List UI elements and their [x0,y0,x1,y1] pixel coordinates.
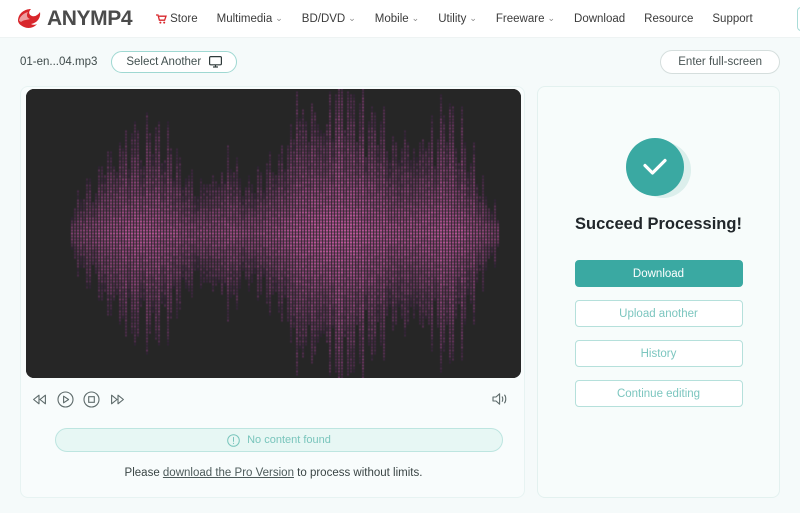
play-button[interactable] [52,386,78,412]
nav-item-freeware[interactable]: Freeware ⌄ [496,13,555,25]
current-filename: 01-en...04.mp3 [20,56,98,68]
nav-label: BD/DVD [301,12,346,25]
nav-item-store[interactable]: Store [156,13,198,25]
flame-logo-icon [18,8,41,28]
nav-label: Store [170,12,198,25]
info-circle-icon [227,433,240,447]
rewind-button[interactable] [26,386,52,412]
nav-item-support[interactable]: Support [712,13,752,25]
pro-prefix: Please [124,467,163,479]
notice-text: No content found [247,434,331,446]
chevron-down-icon: ⌄ [348,13,356,23]
history-button[interactable]: History [574,340,743,367]
check-circle-badge [625,138,684,196]
select-another-label: Select Another [126,56,202,68]
chevron-down-icon: ⌄ [275,13,283,23]
nav-label: Download [574,12,626,25]
monitor-icon [209,56,223,68]
fast-forward-button[interactable] [104,386,130,412]
waveform-panel[interactable] [26,89,521,378]
nav-item-download[interactable]: Download [574,13,625,25]
checkmark-icon [642,158,667,175]
pro-version-link[interactable]: download the Pro Version [163,467,294,479]
status-notice-bar[interactable]: No content found [55,428,503,452]
nav-label: Multimedia [216,12,273,25]
pro-suffix: to process without limits. [293,467,423,479]
nav-label: Freeware [495,12,545,25]
editor-card: No content found Please download the Pro… [20,86,525,498]
audio-waveform[interactable] [26,89,521,378]
volume-button[interactable] [487,386,513,412]
brand-name: ANYMP4 [47,6,133,30]
chevron-down-icon: ⌄ [547,13,556,23]
player-controls [26,380,521,418]
upload-another-button[interactable]: Upload another [574,300,743,327]
download-button[interactable]: Download [574,260,743,287]
select-another-button[interactable]: Select Another [111,51,238,73]
status-panel: Succeed Processing! Download Upload anot… [537,86,780,498]
nav-item-multimedia[interactable]: Multimedia ⌄ [217,13,283,25]
main-content: No content found Please download the Pro… [20,86,780,498]
nav-label: Support [712,12,753,25]
nav-item-bd-dvd[interactable]: BD/DVD ⌄ [302,13,356,25]
nav-item-resource[interactable]: Resource [644,13,693,25]
status-action-buttons: Download Upload another History Continue… [574,260,743,407]
nav-label: Mobile [374,12,409,25]
stop-button[interactable] [78,386,104,412]
chevron-down-icon: ⌄ [411,13,420,23]
site-header: ANYMP4 Store Multimedia ⌄ BD/DVD ⌄ Mobil… [0,0,800,38]
enter-fullscreen-button[interactable]: Enter full-screen [660,50,780,74]
main-navigation: Store Multimedia ⌄ BD/DVD ⌄ Mobile ⌄ Uti… [156,6,800,31]
file-toolbar: 01-en...04.mp3 Select Another Enter full… [0,38,800,86]
pro-version-line: Please download the Pro Version to proce… [21,467,526,479]
chevron-down-icon: ⌄ [469,13,477,23]
nav-label: Resource [644,12,694,25]
status-title: Succeed Processing! [575,215,742,233]
nav-item-mobile[interactable]: Mobile ⌄ [375,13,419,25]
nav-item-utility[interactable]: Utility ⌄ [438,13,477,25]
brand-logo[interactable]: ANYMP4 [16,6,133,31]
app-page: ANYMP4 Store Multimedia ⌄ BD/DVD ⌄ Mobil… [0,0,800,513]
continue-editing-button[interactable]: Continue editing [574,380,743,407]
check-circle-icon [625,138,692,198]
nav-label: Utility [438,12,467,25]
cart-icon [156,13,168,24]
